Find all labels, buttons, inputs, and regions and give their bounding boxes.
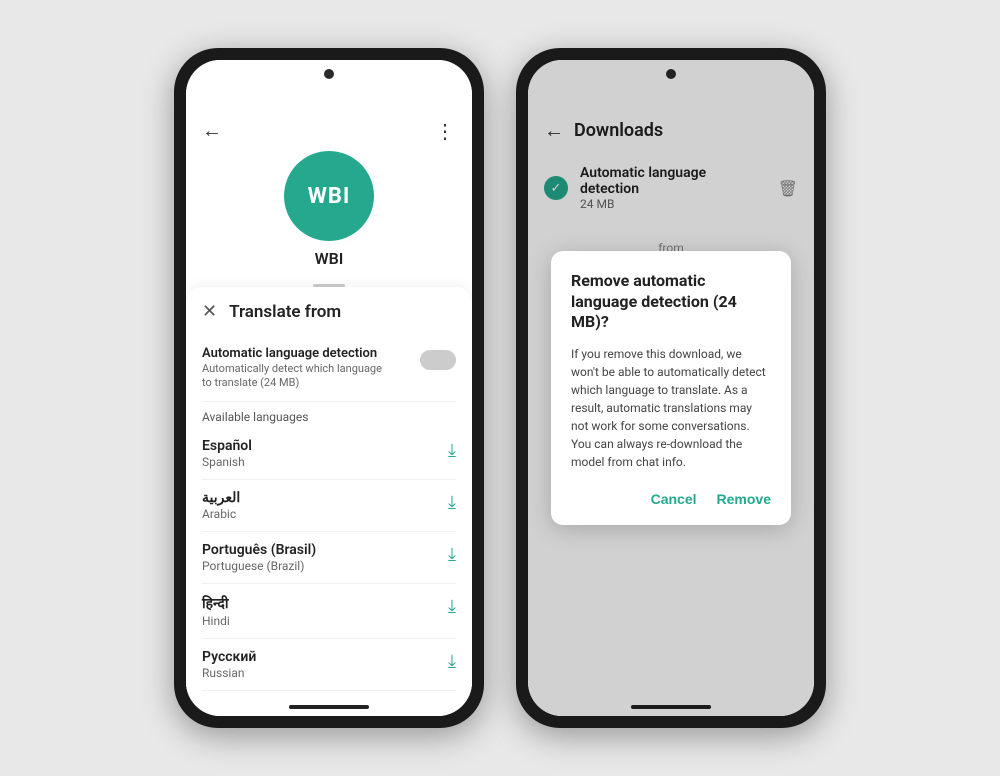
sheet-title: Translate from <box>229 302 341 322</box>
download-icon[interactable]: ⤓ <box>448 596 456 617</box>
sheet-close-button[interactable]: ✕ <box>202 301 217 322</box>
dialog-actions: Cancel Remove <box>571 487 771 511</box>
phone1-header: ← ⋮ <box>186 110 472 143</box>
lang-name: हिन्दी <box>202 594 230 613</box>
auto-detect-item[interactable]: Automatic language detection Automatical… <box>202 336 456 402</box>
list-item[interactable]: Español Spanish ⤓ <box>202 428 456 480</box>
sheet-header: ✕ Translate from <box>202 301 456 322</box>
more-menu-button[interactable]: ⋮ <box>435 119 456 143</box>
phone1-status-bar <box>186 88 472 110</box>
app-logo-area: WBI WBI <box>186 143 472 280</box>
list-item[interactable]: हिन्दी Hindi ⤓ <box>202 584 456 639</box>
lang-sub: Arabic <box>202 507 240 521</box>
list-item[interactable]: العربية Arabic ⤓ <box>202 480 456 532</box>
phones-container: ← ⋮ WBI WBI ✕ Translate from <box>174 48 826 728</box>
dialog-cancel-button[interactable]: Cancel <box>651 487 697 511</box>
dialog-backdrop: Remove automatic language detection (24 … <box>528 60 814 716</box>
phone1-content: ← ⋮ WBI WBI ✕ Translate from <box>186 110 472 698</box>
app-icon-circle: WBI <box>284 151 374 241</box>
download-icon[interactable]: ⤓ <box>448 544 456 565</box>
phone-2: ← Downloads ✓ Automatic language detecti… <box>516 48 826 728</box>
lang-name: Español <box>202 438 252 454</box>
lang-sub: Hindi <box>202 614 230 628</box>
lang-sub: Russian <box>202 666 256 680</box>
language-sheet: ✕ Translate from Automatic language dete… <box>186 287 472 698</box>
home-indicator <box>289 705 369 709</box>
list-item[interactable]: Русский Russian ⤓ <box>202 639 456 691</box>
available-languages-header: Available languages <box>202 410 456 424</box>
download-icon[interactable]: ⤓ <box>448 440 456 461</box>
list-item[interactable]: Português (Brasil) Portuguese (Brazil) ⤓ <box>202 532 456 584</box>
phone1-top-bar <box>186 60 472 88</box>
download-icon[interactable]: ⤓ <box>448 651 456 672</box>
auto-detect-name: Automatic language detection <box>202 346 382 361</box>
app-name-label: WBI <box>315 249 344 268</box>
phone1-bottom-bar <box>186 698 472 716</box>
dialog-body: If you remove this download, we won't be… <box>571 345 771 471</box>
dialog-remove-button[interactable]: Remove <box>717 487 771 511</box>
camera-dot <box>324 69 334 79</box>
download-icon[interactable]: ⤓ <box>448 492 456 513</box>
app-icon-text: WBI <box>308 184 351 209</box>
remove-dialog: Remove automatic language detection (24 … <box>551 251 791 525</box>
lang-sub: Portuguese (Brazil) <box>202 559 316 573</box>
phone-1: ← ⋮ WBI WBI ✕ Translate from <box>174 48 484 728</box>
dialog-title: Remove automatic language detection (24 … <box>571 271 771 333</box>
auto-detect-description: Automatically detect which language to t… <box>202 362 382 391</box>
back-button[interactable]: ← <box>202 118 222 143</box>
lang-name: العربية <box>202 490 240 506</box>
lang-sub: Spanish <box>202 455 252 469</box>
auto-detect-toggle[interactable] <box>420 350 456 370</box>
lang-name: Português (Brasil) <box>202 542 316 558</box>
lang-name: Русский <box>202 649 256 665</box>
